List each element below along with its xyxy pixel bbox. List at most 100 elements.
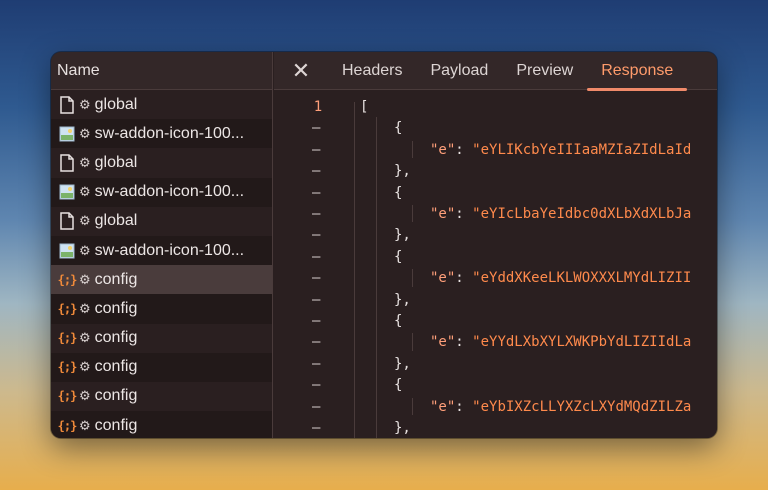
name-column-header[interactable]: Name: [51, 52, 272, 90]
json-icon: {;}: [57, 272, 78, 287]
service-worker-gear-icon: ⚙: [79, 96, 91, 112]
request-row[interactable]: ⚙ global: [51, 148, 272, 177]
request-row[interactable]: {;} ⚙ config: [51, 411, 272, 438]
fold-marker[interactable]: –: [312, 249, 320, 265]
document-icon: [58, 212, 76, 231]
json-colon: :: [455, 270, 473, 287]
request-name: config: [94, 358, 138, 376]
request-name: sw-addon-icon-100...: [94, 241, 245, 259]
devtools-network-window: Name ⚙ global ⚙ sw-addon-icon-100... ⚙ global…: [51, 52, 717, 438]
indent-guide: [412, 397, 413, 415]
fold-marker[interactable]: –: [312, 227, 320, 243]
json-string-value: "eYIcLbaYeIdbc0dXLbXdXLbJa: [472, 206, 692, 222]
object-close-brace: },: [394, 355, 411, 372]
service-worker-gear-icon: ⚙: [79, 213, 91, 229]
tab-preview[interactable]: Preview: [502, 52, 587, 90]
service-worker-gear-icon: ⚙: [79, 271, 91, 287]
image-icon: [58, 125, 76, 143]
object-open-brace: {: [394, 184, 403, 201]
code-line: –{: [274, 182, 717, 204]
fold-marker[interactable]: –: [312, 270, 320, 286]
code-line: –{: [274, 310, 717, 332]
fold-marker[interactable]: –: [312, 185, 320, 201]
request-row[interactable]: {;} ⚙ config: [51, 382, 272, 411]
object-close-brace: },: [394, 291, 411, 308]
detail-tabs: ✕ Headers Payload Preview Response: [274, 52, 717, 91]
tab-response[interactable]: Response: [587, 52, 688, 91]
service-worker-gear-icon: ⚙: [79, 242, 91, 258]
code-line: 1[: [274, 96, 717, 118]
fold-marker[interactable]: –: [312, 356, 320, 372]
object-close-brace: },: [394, 420, 411, 436]
service-worker-gear-icon: ⚙: [79, 300, 91, 316]
code-line: – "e": "eYbIXZcLLYXZcLXYdMQdZILZa: [274, 396, 717, 418]
service-worker-gear-icon: ⚙: [79, 184, 91, 200]
json-icon: {;}: [57, 331, 78, 346]
json-key: "e": [430, 270, 456, 287]
request-row[interactable]: {;} ⚙ config: [51, 294, 272, 324]
request-name: global: [94, 212, 138, 230]
request-detail-panel: ✕ Headers Payload Preview Response 1[–{–…: [274, 52, 717, 438]
json-key: "e": [430, 334, 456, 351]
object-close-brace: },: [394, 227, 411, 244]
indent-guide: [412, 333, 413, 351]
request-row[interactable]: {;} ⚙ config: [51, 324, 272, 353]
request-row[interactable]: ⚙ sw-addon-icon-100...: [51, 235, 272, 266]
request-name: config: [94, 270, 138, 288]
document-icon: [58, 95, 76, 114]
json-key: "e": [430, 206, 456, 222]
request-row[interactable]: ⚙ sw-addon-icon-100...: [51, 177, 272, 207]
json-colon: :: [455, 206, 473, 222]
fold-marker[interactable]: –: [312, 377, 320, 393]
fold-marker[interactable]: –: [312, 163, 320, 179]
json-entry: "e": "eYbIXZcLLYXZcLXYdMQdZILZa: [430, 399, 691, 415]
line-number: 1: [313, 99, 323, 115]
request-name: config: [94, 299, 138, 317]
indent-guide: [376, 117, 377, 438]
indent-guide: [412, 205, 413, 223]
object-close-brace: },: [394, 163, 411, 180]
code-line: –{: [274, 117, 717, 139]
tab-payload[interactable]: Payload: [416, 52, 502, 90]
tab-headers[interactable]: Headers: [328, 52, 416, 90]
json-icon: {;}: [57, 360, 78, 375]
object-open-brace: {: [394, 248, 403, 265]
code-line: –},: [274, 289, 717, 311]
request-name: sw-addon-icon-100...: [94, 183, 245, 201]
fold-marker[interactable]: –: [312, 399, 320, 415]
json-string-value: "eYbIXZcLLYXZcLXYdMQdZILZa: [472, 398, 692, 415]
service-worker-gear-icon: ⚙: [79, 154, 91, 170]
fold-marker[interactable]: –: [312, 420, 320, 436]
request-row[interactable]: {;} ⚙ config: [51, 352, 272, 382]
request-row[interactable]: ⚙ sw-addon-icon-100...: [51, 119, 272, 149]
json-key: "e": [430, 141, 456, 158]
close-icon[interactable]: ✕: [274, 58, 328, 84]
image-icon: [58, 183, 76, 201]
fold-marker[interactable]: –: [312, 142, 320, 158]
response-body-viewer[interactable]: 1[–{– "e": "eYLIKcbYeIIIaaMZIaZIdLaId –}, –…: [274, 90, 717, 438]
fold-marker[interactable]: –: [312, 120, 320, 136]
json-entry: "e": "eYddXKeeLKLWOXXXLMYdLIZII: [430, 270, 691, 286]
request-row[interactable]: {;} ⚙ config: [51, 265, 272, 295]
service-worker-gear-icon: ⚙: [79, 417, 91, 433]
request-row[interactable]: ⚙ global: [51, 207, 272, 236]
request-name: config: [94, 329, 138, 347]
json-string-value: "eYYdLXbXYLXWKPbYdLIZIIdLa: [472, 334, 692, 351]
code-line: – "e": "eYLIKcbYeIIIaaMZIaZIdLaId: [274, 139, 717, 161]
request-name: sw-addon-icon-100...: [94, 124, 245, 142]
array-open-bracket: [: [360, 99, 369, 115]
request-name: config: [94, 387, 138, 405]
image-icon: [58, 242, 76, 260]
fold-marker[interactable]: –: [312, 334, 320, 350]
code-line: – "e": "eYIcLbaYeIdbc0dXLbXdXLbJa: [274, 203, 717, 225]
json-icon: {;}: [57, 301, 78, 316]
json-entry: "e": "eYIcLbaYeIdbc0dXLbXdXLbJa: [430, 206, 691, 222]
fold-marker[interactable]: –: [312, 313, 320, 329]
code-line: –},: [274, 353, 717, 375]
service-worker-gear-icon: ⚙: [79, 330, 91, 346]
fold-marker[interactable]: –: [312, 292, 320, 308]
fold-marker[interactable]: –: [312, 206, 320, 222]
request-row[interactable]: ⚙ global: [51, 90, 272, 119]
json-colon: :: [455, 141, 473, 158]
name-column-label: Name: [57, 61, 100, 79]
